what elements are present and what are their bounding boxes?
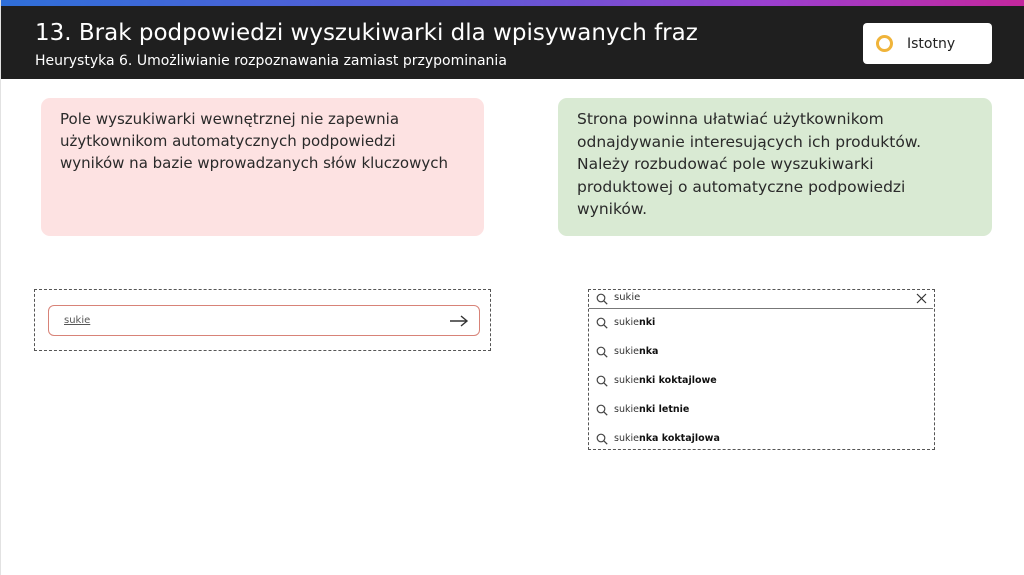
solution-text: Strona powinna ułatwiać użytkownikom odn…	[577, 110, 922, 218]
search-query: sukie	[64, 315, 91, 326]
search-icon	[596, 293, 608, 305]
suggestion-item[interactable]: sukienki letnie	[589, 401, 933, 421]
suggestion-completion: nka	[638, 346, 659, 357]
arrow-right-icon[interactable]	[449, 313, 469, 329]
suggestion-item[interactable]: sukienka koktajlowa	[589, 430, 933, 450]
suggestion-completion: nki	[638, 317, 656, 328]
suggestion-text: sukienki koktajlowe	[614, 375, 717, 386]
problem-text: Pole wyszukiwarki wewnętrznej nie zapewn…	[60, 110, 449, 172]
suggestion-item[interactable]: sukienki	[589, 314, 933, 334]
page-subtitle: Heurystyka 6. Umożliwianie rozpoznawania…	[35, 53, 507, 69]
bad-example-frame: sukie	[34, 289, 491, 351]
header: 13. Brak podpowiedzi wyszukiwarki dla wp…	[1, 6, 1024, 79]
close-icon[interactable]	[916, 293, 927, 304]
suggestion-item[interactable]: sukienki koktajlowe	[589, 372, 933, 392]
good-example-frame: sukie sukienki sukienka sukienki koktajlow…	[588, 289, 935, 450]
suggestion-prefix: sukie	[614, 433, 639, 444]
suggestion-completion: nka koktajlowa	[638, 433, 720, 444]
suggestion-prefix: sukie	[614, 346, 639, 357]
search-icon	[596, 317, 608, 329]
suggestion-item[interactable]: sukienka	[589, 343, 933, 363]
search-icon	[596, 375, 608, 387]
suggestion-prefix: sukie	[614, 375, 639, 386]
suggestion-text: sukienki	[614, 317, 655, 328]
search-query: sukie	[614, 292, 641, 303]
page-title: 13. Brak podpowiedzi wyszukiwarki dla wp…	[35, 20, 698, 46]
severity-badge: Istotny	[863, 23, 992, 64]
problem-card: Pole wyszukiwarki wewnętrznej nie zapewn…	[41, 98, 484, 236]
suggestion-prefix: sukie	[614, 404, 639, 415]
search-icon	[596, 433, 608, 445]
search-input-with-suggestions[interactable]: sukie	[589, 290, 933, 309]
search-icon	[596, 346, 608, 358]
suggestion-prefix: sukie	[614, 317, 639, 328]
severity-label: Istotny	[907, 35, 956, 52]
suggestion-completion: nki letnie	[638, 404, 690, 415]
ring-icon	[876, 35, 893, 52]
suggestion-text: sukienki letnie	[614, 404, 689, 415]
suggestion-text: sukienka koktajlowa	[614, 433, 720, 444]
search-input[interactable]: sukie	[48, 305, 480, 336]
suggestion-completion: nki koktajlowe	[638, 375, 717, 386]
search-icon	[596, 404, 608, 416]
suggestion-text: sukienka	[614, 346, 658, 357]
slide: 13. Brak podpowiedzi wyszukiwarki dla wp…	[0, 0, 1024, 575]
solution-card: Strona powinna ułatwiać użytkownikom odn…	[558, 98, 992, 236]
